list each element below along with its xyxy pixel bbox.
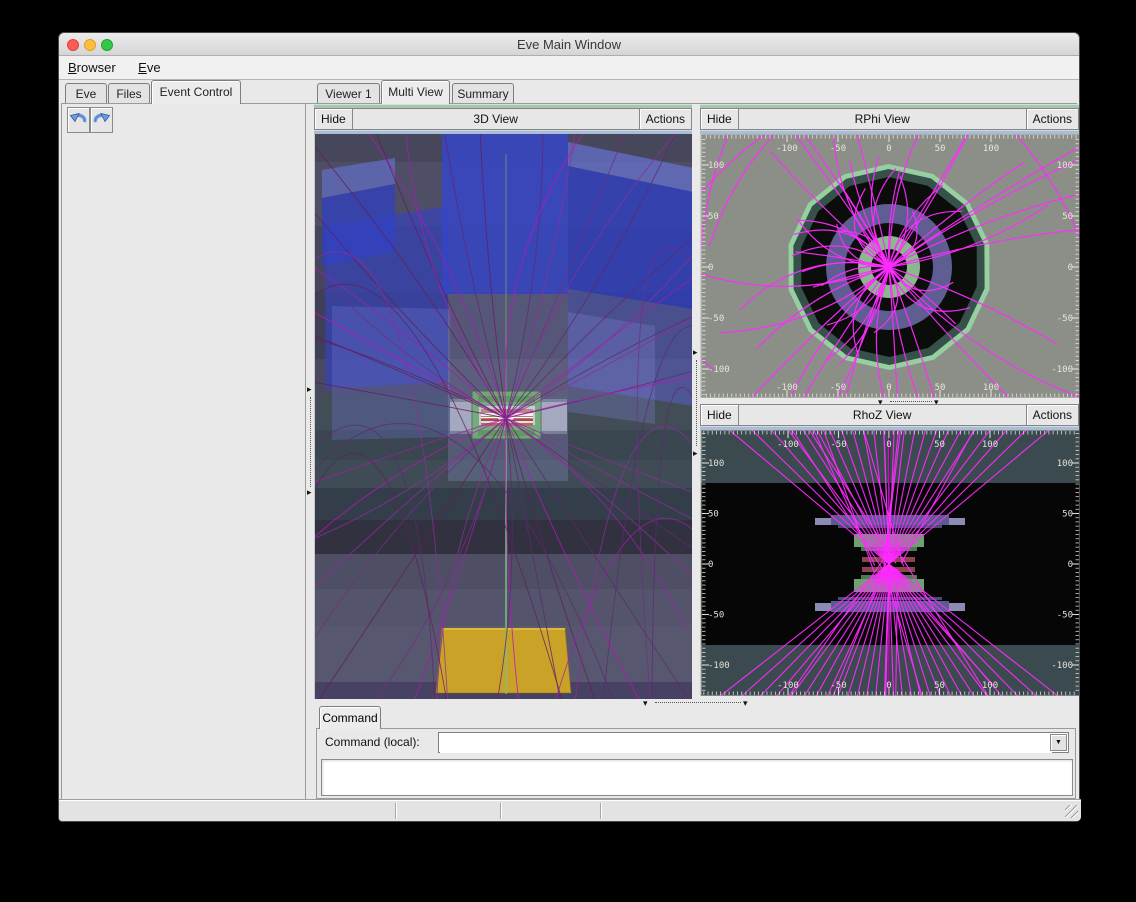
svg-text:0: 0: [1068, 560, 1073, 570]
svg-text:0: 0: [1068, 263, 1073, 273]
menu-eve[interactable]: Eve: [129, 56, 169, 79]
rhoz-view-header: Hide RhoZ View Actions: [700, 404, 1079, 426]
rhoz-view-title: RhoZ View: [739, 404, 1026, 426]
rhoz-view-actions-button[interactable]: Actions: [1026, 404, 1079, 426]
3d-view-title: 3D View: [353, 108, 639, 130]
rphi-view-canvas[interactable]: -100 -100 100 100 -50 -50 50 50 0 0 0 0 50 50 -50 -50 10…: [700, 134, 1079, 398]
eve-main-window: Eve Main Window Browser Eve Eve Files Ev…: [58, 32, 1080, 822]
svg-text:100: 100: [1057, 161, 1073, 171]
rphi-view-actions-button[interactable]: Actions: [1026, 108, 1079, 130]
splitter-arrow-icon[interactable]: ▸: [693, 348, 698, 356]
tab-files[interactable]: Files: [108, 83, 150, 103]
svg-text:100: 100: [982, 440, 998, 450]
chevron-down-icon: ▼: [1055, 739, 1062, 746]
svg-text:0: 0: [886, 144, 891, 154]
rhoz-view-canvas[interactable]: -100 -100 100 100 -50 -50 50 50 0 0 0 0 50 50 -50 -50 10…: [700, 430, 1079, 696]
status-segment: [500, 803, 601, 819]
svg-text:-100: -100: [1051, 365, 1073, 375]
tab-viewer-1[interactable]: Viewer 1: [317, 83, 380, 103]
splitter-handle[interactable]: [655, 702, 741, 703]
status-segment: [395, 803, 501, 819]
svg-text:-50: -50: [708, 314, 724, 324]
3d-view-canvas[interactable]: [314, 134, 692, 699]
svg-text:50: 50: [934, 440, 945, 450]
svg-text:0: 0: [886, 681, 891, 691]
svg-text:-50: -50: [1057, 314, 1073, 324]
svg-text:0: 0: [886, 440, 891, 450]
splitter-handle[interactable]: [890, 401, 932, 402]
resize-grip-icon[interactable]: [1065, 805, 1078, 818]
tab-eve[interactable]: Eve: [65, 83, 107, 103]
status-segment: [61, 803, 396, 819]
svg-text:-50: -50: [830, 144, 846, 154]
tab-summary[interactable]: Summary: [452, 83, 514, 103]
splitter-arrow-icon[interactable]: ▸: [693, 449, 698, 457]
svg-text:50: 50: [708, 510, 719, 520]
titlebar[interactable]: Eve Main Window: [59, 33, 1079, 56]
rphi-view-header: Hide RPhi View Actions: [700, 108, 1079, 130]
svg-text:100: 100: [708, 161, 724, 171]
rphi-view-title: RPhi View: [739, 108, 1026, 130]
svg-text:100: 100: [1057, 459, 1073, 469]
svg-text:-100: -100: [776, 144, 798, 154]
svg-text:-100: -100: [1051, 661, 1073, 671]
command-combobox: ▼: [438, 732, 1069, 753]
svg-text:100: 100: [983, 144, 999, 154]
command-input[interactable]: [440, 734, 1052, 753]
tab-multi-view[interactable]: Multi View: [381, 80, 450, 104]
svg-text:-100: -100: [777, 681, 799, 691]
curved-arrow-right-icon: [92, 109, 111, 129]
svg-text:50: 50: [708, 212, 719, 222]
rphi-view-hide-button[interactable]: Hide: [700, 108, 739, 130]
tab-event-control[interactable]: Event Control: [151, 80, 241, 104]
splitter-arrow-icon[interactable]: ▾: [643, 699, 648, 707]
3d-view-actions-button[interactable]: Actions: [639, 108, 692, 130]
svg-text:50: 50: [935, 383, 946, 393]
status-bar: [59, 800, 1081, 821]
desktop: { "window": { "title": "Eve Main Window"…: [0, 0, 1136, 902]
center-splitter[interactable]: ▸ ▸: [692, 104, 700, 699]
previous-event-button[interactable]: [67, 107, 90, 133]
splitter-arrow-icon[interactable]: ▸: [307, 488, 312, 496]
command-local-label: Command (local):: [325, 732, 420, 753]
svg-text:50: 50: [1062, 510, 1073, 520]
curved-arrow-left-icon: [69, 109, 88, 129]
3d-view-header: Hide 3D View Actions: [314, 108, 692, 130]
svg-text:100: 100: [982, 681, 998, 691]
combobox-dropdown-button[interactable]: ▼: [1050, 734, 1067, 751]
tab-command[interactable]: Command: [319, 706, 381, 729]
viewer-command-splitter[interactable]: ▾ ▾: [314, 699, 1079, 707]
left-splitter[interactable]: ▸ ▸: [306, 104, 314, 800]
svg-text:-50: -50: [830, 440, 846, 450]
svg-text:-50: -50: [830, 681, 846, 691]
splitter-arrow-icon[interactable]: ▾: [743, 699, 748, 707]
rhoz-view-hide-button[interactable]: Hide: [700, 404, 739, 426]
svg-text:-100: -100: [708, 661, 730, 671]
svg-text:0: 0: [886, 383, 891, 393]
svg-text:-100: -100: [708, 365, 730, 375]
3d-view-hide-button[interactable]: Hide: [314, 108, 353, 130]
svg-text:50: 50: [934, 681, 945, 691]
menubar: Browser Eve: [59, 56, 1079, 80]
svg-text:-100: -100: [777, 440, 799, 450]
menu-browser[interactable]: Browser: [59, 56, 125, 79]
svg-text:50: 50: [1062, 212, 1073, 222]
event-control-panel: [61, 104, 306, 800]
svg-text:-50: -50: [1057, 611, 1073, 621]
svg-text:0: 0: [708, 263, 713, 273]
splitter-handle[interactable]: [310, 397, 311, 487]
svg-text:100: 100: [983, 383, 999, 393]
splitter-arrow-icon[interactable]: ▸: [307, 385, 312, 393]
splitter-handle[interactable]: [696, 360, 697, 446]
svg-text:0: 0: [708, 560, 713, 570]
svg-text:-50: -50: [708, 611, 724, 621]
svg-text:100: 100: [708, 459, 724, 469]
window-title: Eve Main Window: [59, 33, 1079, 56]
svg-text:50: 50: [935, 144, 946, 154]
svg-text:-50: -50: [830, 383, 846, 393]
svg-text:-100: -100: [776, 383, 798, 393]
next-event-button[interactable]: [90, 107, 113, 133]
command-output-area[interactable]: [321, 759, 1073, 796]
